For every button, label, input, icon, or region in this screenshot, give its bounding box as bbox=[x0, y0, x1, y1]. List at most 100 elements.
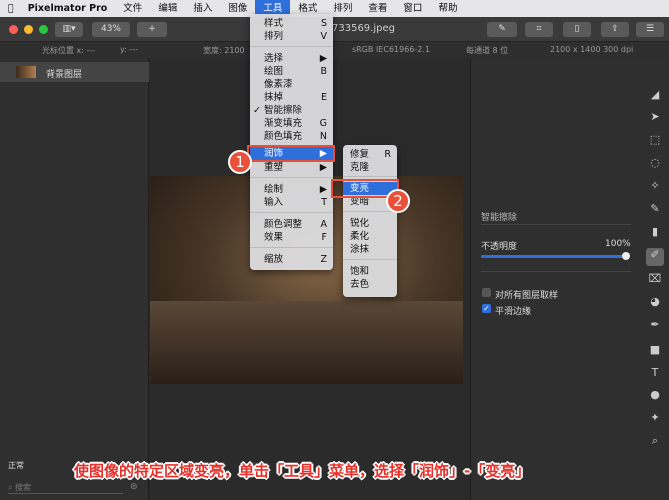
menu-edit[interactable]: 编辑 bbox=[150, 0, 185, 17]
separator bbox=[250, 46, 333, 47]
close-button[interactable] bbox=[9, 25, 18, 34]
smooth-edges-label: 平滑边缘 bbox=[495, 307, 532, 317]
opacity-value: 100% bbox=[605, 239, 631, 249]
retouch-submenu: 修复 R 克隆 变亮 变暗 锐化 柔化 涂抹 饱和 去色 bbox=[343, 145, 397, 297]
submenu-arrow-icon: ▶ bbox=[319, 53, 327, 64]
pen-tool-icon[interactable]: ✒ bbox=[648, 318, 662, 332]
menu-item-style[interactable]: 样式 S bbox=[250, 17, 333, 30]
blend-mode-select[interactable]: 正常 bbox=[8, 460, 24, 471]
color-adjust-tool-icon[interactable]: ● bbox=[648, 388, 662, 402]
menu-item-zoom[interactable]: 缩放 Z bbox=[250, 253, 333, 266]
callout-2: 2 bbox=[386, 189, 410, 213]
separator bbox=[250, 247, 333, 248]
brush-tool-icon[interactable]: ✎ bbox=[648, 202, 662, 216]
adjust-icon[interactable]: ☰ bbox=[636, 22, 664, 37]
brush-icon[interactable]: ✎ bbox=[487, 22, 517, 37]
add-button[interactable]: + bbox=[137, 22, 167, 37]
shortcut: F bbox=[321, 232, 327, 243]
menu-help[interactable]: 帮助 bbox=[430, 0, 465, 17]
minimize-button[interactable] bbox=[24, 25, 33, 34]
separator bbox=[343, 176, 397, 177]
app-menu[interactable]: Pixelmator Pro bbox=[22, 0, 116, 17]
layer-name: 背景图层 bbox=[46, 70, 83, 80]
sample-all-checkbox[interactable] bbox=[482, 288, 491, 297]
cursor-x: 光标位置 x: --- bbox=[42, 46, 96, 55]
menu-item-sharpen[interactable]: 锐化 bbox=[343, 217, 397, 230]
shortcut: N bbox=[319, 131, 327, 142]
lasso-tool-icon[interactable]: ◌ bbox=[648, 156, 662, 170]
selection-tool-icon[interactable]: ⬚ bbox=[648, 133, 662, 147]
arrange-tool-icon[interactable]: ➤ bbox=[648, 110, 662, 124]
menu-item-smart-erase[interactable]: ✓ 智能擦除 bbox=[250, 104, 333, 117]
shortcut: V bbox=[320, 31, 328, 42]
menu-window[interactable]: 窗口 bbox=[395, 0, 430, 17]
zoom-tool-icon[interactable]: ⌕ bbox=[648, 434, 662, 448]
smooth-edges-checkbox[interactable]: ✓ bbox=[482, 304, 491, 313]
callout-1: 1 bbox=[228, 150, 252, 174]
info-bar: 光标位置 x: --- y: --- 宽度: 2100 sRGB IEC6196… bbox=[0, 42, 669, 58]
label: 克隆 bbox=[350, 162, 370, 173]
label: 抹掉 bbox=[264, 92, 284, 103]
menu-item-soften[interactable]: 柔化 bbox=[343, 230, 397, 243]
menu-item-desaturate[interactable]: 去色 bbox=[343, 278, 397, 291]
opacity-slider[interactable] bbox=[481, 255, 627, 258]
menu-item-type[interactable]: 输入 T bbox=[250, 196, 333, 209]
menu-item-clone[interactable]: 克隆 bbox=[343, 161, 397, 174]
label: 重塑 bbox=[264, 162, 284, 173]
menu-item-effects[interactable]: 效果 F bbox=[250, 231, 333, 244]
menu-item-saturate[interactable]: 饱和 bbox=[343, 265, 397, 278]
menu-item-smudge[interactable]: 涂抹 bbox=[343, 243, 397, 256]
menu-item-color-fill[interactable]: 颜色填充 N bbox=[250, 130, 333, 143]
apple-menu[interactable]:  bbox=[0, 0, 22, 17]
label: 柔化 bbox=[350, 231, 370, 242]
shortcut: S bbox=[320, 18, 327, 29]
layer-item[interactable]: 背景图层 bbox=[0, 62, 149, 82]
opacity-label: 不透明度 bbox=[481, 242, 518, 252]
checkmark-icon: ✓ bbox=[253, 105, 261, 116]
bit-depth: 每通道 8 位 bbox=[466, 46, 509, 55]
menu-insert[interactable]: 插入 bbox=[185, 0, 220, 17]
effects-tool-icon[interactable]: ✦ bbox=[648, 411, 662, 425]
shape-tool-icon[interactable]: ■ bbox=[648, 343, 662, 357]
separator bbox=[343, 211, 397, 212]
eraser-tool-icon[interactable]: ⌧ bbox=[648, 272, 662, 286]
fill-tool-icon[interactable]: ▮ bbox=[648, 225, 662, 239]
smart-erase-tool-icon[interactable]: ✐ bbox=[646, 248, 664, 266]
separator bbox=[250, 177, 333, 178]
label: 饱和 bbox=[350, 266, 370, 277]
submenu-arrow-icon: ▶ bbox=[319, 162, 327, 173]
label: 智能擦除 bbox=[264, 105, 303, 116]
menu-item-repair[interactable]: 修复 R bbox=[343, 148, 397, 161]
label: 效果 bbox=[264, 232, 284, 243]
opacity-slider-thumb[interactable] bbox=[622, 252, 630, 260]
menu-item-gradient[interactable]: 渐变填充 G bbox=[250, 117, 333, 130]
magic-tool-icon[interactable]: ✧ bbox=[648, 179, 662, 193]
filter-icon[interactable]: ⊜ bbox=[130, 482, 138, 492]
separator bbox=[250, 212, 333, 213]
retouch-tool-icon[interactable]: ◕ bbox=[648, 295, 662, 309]
zoom-window-button[interactable] bbox=[39, 25, 48, 34]
menu-item-draw[interactable]: 绘制 ▶ bbox=[250, 183, 333, 196]
menu-item-erase[interactable]: 抹掉 E bbox=[250, 91, 333, 104]
layer-search-input[interactable]: ⌕ 搜索 bbox=[8, 482, 123, 494]
shortcut: E bbox=[320, 92, 327, 103]
menu-item-select[interactable]: 选择 ▶ bbox=[250, 52, 333, 65]
menu-file[interactable]: 文件 bbox=[115, 0, 150, 17]
menu-item-arrange[interactable]: 排列 V bbox=[250, 30, 333, 43]
document-icon[interactable]: ▯ bbox=[563, 22, 591, 37]
crop-icon[interactable]: ⌗ bbox=[525, 22, 553, 37]
share-icon[interactable]: ⇪ bbox=[601, 22, 629, 37]
menu-item-reshape[interactable]: 重塑 ▶ bbox=[250, 161, 333, 174]
label: 选择 bbox=[264, 53, 284, 64]
label: 绘图 bbox=[264, 66, 284, 77]
highlight-box-retouch bbox=[247, 145, 335, 162]
menu-item-color-adjust[interactable]: 颜色调整 A bbox=[250, 218, 333, 231]
layers-panel: 背景图层 正常 ⌕ 搜索 ⊜ bbox=[0, 58, 149, 500]
zoom-dropdown[interactable]: 43% bbox=[92, 22, 130, 37]
menu-item-pixel[interactable]: 像素漆 bbox=[250, 78, 333, 91]
menu-item-paint[interactable]: 绘图 B bbox=[250, 65, 333, 78]
sidebar-toggle-button[interactable]: ▥▾ bbox=[55, 22, 83, 37]
menu-view[interactable]: 查看 bbox=[360, 0, 395, 17]
text-tool-icon[interactable]: T bbox=[648, 366, 662, 380]
style-tool-icon[interactable]: ◢ bbox=[648, 88, 662, 102]
